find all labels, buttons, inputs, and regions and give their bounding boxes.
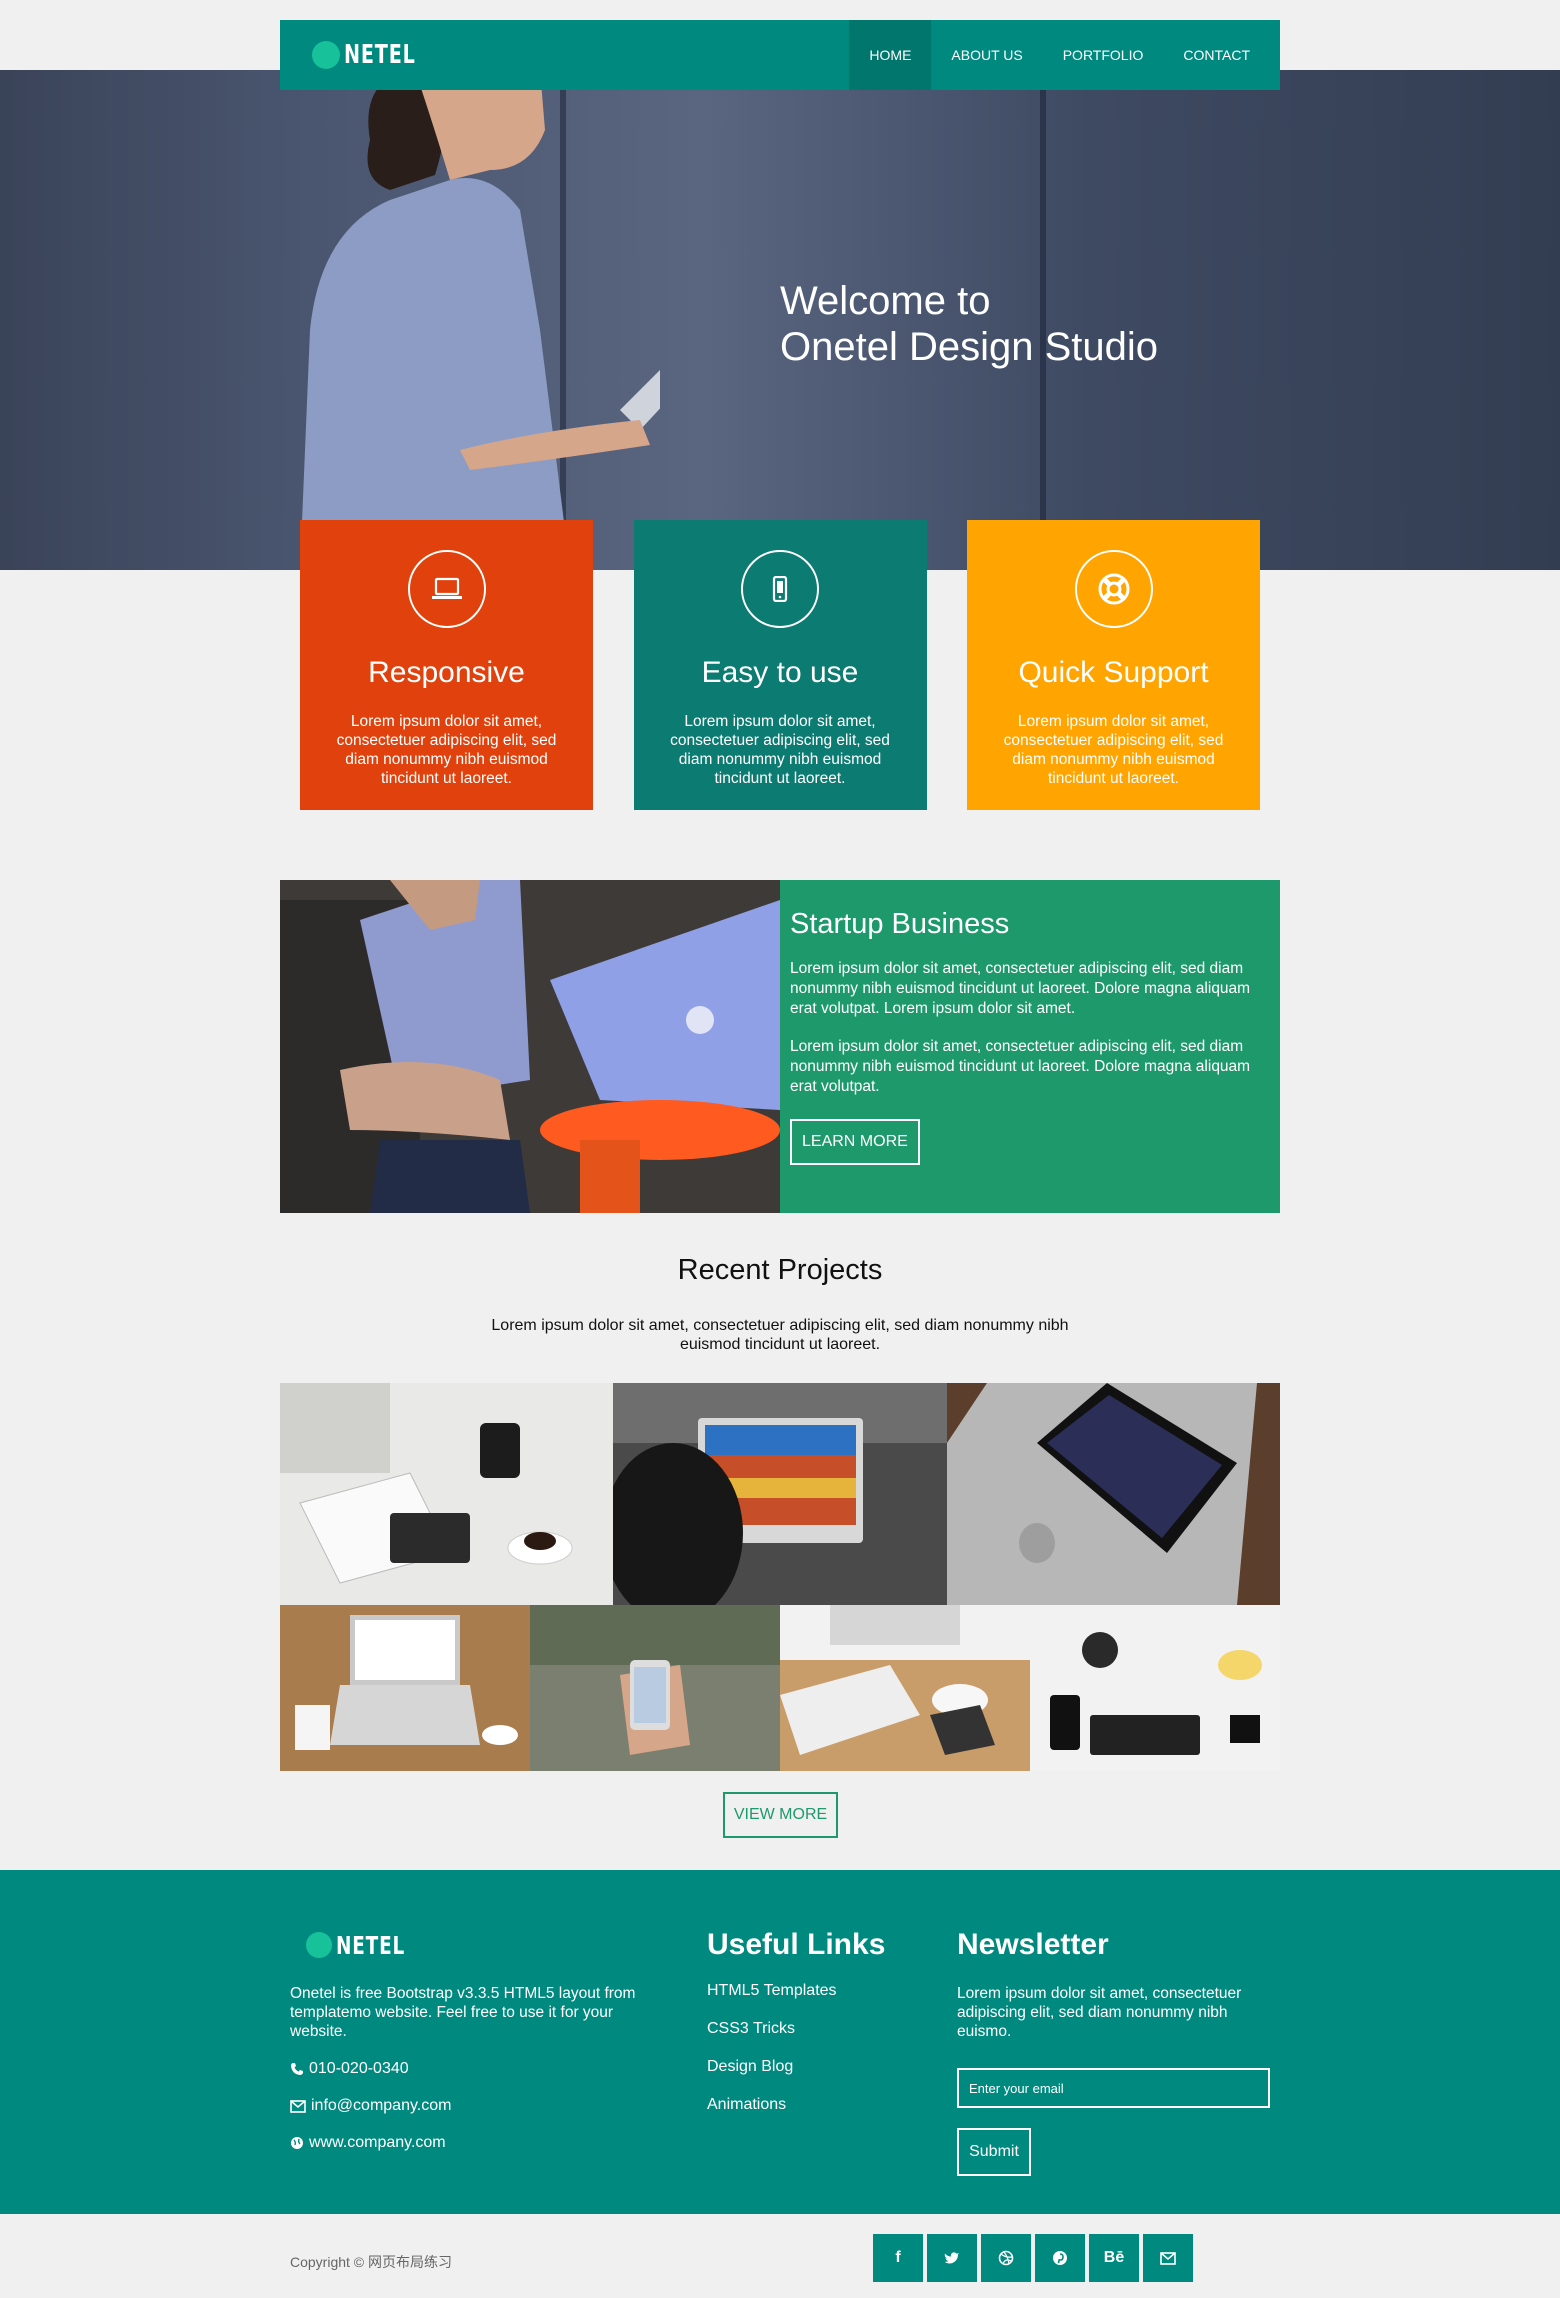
footer-newsletter-column: Newsletter Lorem ipsum dolor sit amet, c…: [957, 1928, 1277, 2176]
social-links: f Bē: [873, 2234, 1193, 2282]
nav-menu: HOME ABOUT US PORTFOLIO CONTACT: [849, 20, 1280, 90]
project-tile-phone-hand[interactable]: [530, 1605, 780, 1771]
hero-title-line1: Welcome to: [780, 279, 991, 323]
project-grid-bottom: [280, 1605, 1280, 1771]
facebook-icon[interactable]: f: [873, 2234, 923, 2282]
footer-website-text: www.company.com: [309, 2134, 446, 2151]
startup-title: Startup Business: [790, 908, 1010, 940]
globe-icon: [291, 2137, 303, 2149]
startup-section: Startup Business Lorem ipsum dolor sit a…: [280, 880, 1280, 1213]
logo-circle-icon: [306, 1932, 332, 1958]
project-tile-flatlay[interactable]: [1030, 1605, 1280, 1771]
laptop-icon: [407, 550, 486, 628]
brand-logo[interactable]: NETEL: [312, 40, 431, 70]
footer-email[interactable]: info@company.com: [290, 2097, 670, 2115]
footer: NETEL Onetel is free Bootstrap v3.3.5 HT…: [0, 1870, 1560, 2214]
newsletter-email-input[interactable]: [957, 2068, 1270, 2108]
footer-phone-text: 010-020-0340: [309, 2060, 409, 2077]
feature-card-quick-support: Quick Support Lorem ipsum dolor sit amet…: [967, 520, 1260, 810]
project-tile-imac[interactable]: [613, 1383, 947, 1605]
logo-text: NETEL: [336, 1930, 406, 1960]
logo-text: NETEL: [344, 40, 416, 70]
mobile-icon: [741, 550, 819, 628]
startup-image: [280, 880, 780, 1213]
footer-phone: 010-020-0340: [290, 2060, 670, 2078]
projects-title: Recent Projects: [677, 1254, 883, 1286]
feature-text: Lorem ipsum dolor sit amet, consectetuer…: [1003, 713, 1224, 787]
footer-link-html5-templates[interactable]: HTML5 Templates: [707, 1982, 927, 2000]
nav-portfolio[interactable]: PORTFOLIO: [1043, 20, 1164, 90]
lifebuoy-icon: [1074, 550, 1153, 628]
hero-title: Welcome to Onetel Design Studio: [780, 278, 1158, 370]
project-tile-keyboard[interactable]: [780, 1605, 1030, 1771]
startup-paragraph-2: Lorem ipsum dolor sit amet, consectetuer…: [790, 1038, 1251, 1095]
newsletter-heading: Newsletter: [957, 1928, 1109, 1961]
projects-description: Lorem ipsum dolor sit amet, consectetuer…: [491, 1317, 1069, 1353]
newsletter-text: Lorem ipsum dolor sit amet, consectetuer…: [957, 1985, 1242, 2040]
footer-about-column: NETEL Onetel is free Bootstrap v3.3.5 HT…: [290, 1928, 670, 2152]
project-tile-macbook[interactable]: [280, 1605, 530, 1771]
newsletter-submit-button[interactable]: Submit: [957, 2128, 1031, 2176]
useful-links-heading: Useful Links: [707, 1928, 886, 1961]
nav-home[interactable]: HOME: [849, 20, 932, 90]
feature-title: Responsive: [368, 656, 525, 689]
project-tile-iphone[interactable]: [947, 1383, 1280, 1605]
footer-website[interactable]: www.company.com: [290, 2134, 670, 2152]
startup-paragraph-1: Lorem ipsum dolor sit amet, consectetuer…: [790, 960, 1251, 1017]
feature-card-responsive: Responsive Lorem ipsum dolor sit amet, c…: [300, 520, 593, 810]
footer-email-text: info@company.com: [311, 2097, 452, 2114]
project-tile-desk[interactable]: [280, 1383, 613, 1605]
hero-banner: Welcome to Onetel Design Studio: [0, 70, 1560, 570]
feature-text: Lorem ipsum dolor sit amet, consectetuer…: [670, 713, 890, 787]
feature-title: Easy to use: [701, 656, 859, 689]
pinterest-icon[interactable]: [1035, 2234, 1085, 2282]
footer-link-css3-tricks[interactable]: CSS3 Tricks: [707, 2020, 927, 2038]
envelope-icon: [290, 2099, 306, 2113]
project-grid-top: [280, 1383, 1280, 1605]
logo-circle-icon: [312, 41, 340, 69]
hero-woman-image: [300, 70, 660, 570]
footer-link-animations[interactable]: Animations: [707, 2096, 927, 2114]
bottom-bar: Copyright © 网页布局练习 f Bē: [0, 2214, 1560, 2298]
learn-more-button[interactable]: LEARN MORE: [790, 1119, 920, 1165]
nav-about-us[interactable]: ABOUT US: [931, 20, 1042, 90]
nav-contact[interactable]: CONTACT: [1163, 20, 1280, 90]
feature-cards: Responsive Lorem ipsum dolor sit amet, c…: [300, 520, 1260, 810]
navbar: NETEL HOME ABOUT US PORTFOLIO CONTACT: [280, 20, 1280, 90]
footer-about-text: Onetel is free Bootstrap v3.3.5 HTML5 la…: [290, 1985, 636, 2040]
footer-links-column: Useful Links HTML5 Templates CSS3 Tricks…: [707, 1928, 927, 2114]
feature-text: Lorem ipsum dolor sit amet, consectetuer…: [336, 713, 557, 787]
feature-card-easy-to-use: Easy to use Lorem ipsum dolor sit amet, …: [633, 520, 927, 810]
footer-logo[interactable]: NETEL: [306, 1928, 670, 1962]
hero-title-line2: Onetel Design Studio: [780, 325, 1159, 369]
behance-icon[interactable]: Bē: [1089, 2234, 1139, 2282]
twitter-icon[interactable]: [927, 2234, 977, 2282]
envelope-icon[interactable]: [1143, 2234, 1193, 2282]
view-more-button[interactable]: VIEW MORE: [723, 1792, 838, 1838]
copyright-text: Copyright © 网页布局练习: [290, 2254, 453, 2270]
feature-title: Quick Support: [1018, 656, 1209, 689]
footer-link-design-blog[interactable]: Design Blog: [707, 2058, 927, 2076]
startup-panel: Startup Business Lorem ipsum dolor sit a…: [780, 880, 1280, 1213]
phone-icon: [291, 2063, 303, 2075]
dribbble-icon[interactable]: [981, 2234, 1031, 2282]
